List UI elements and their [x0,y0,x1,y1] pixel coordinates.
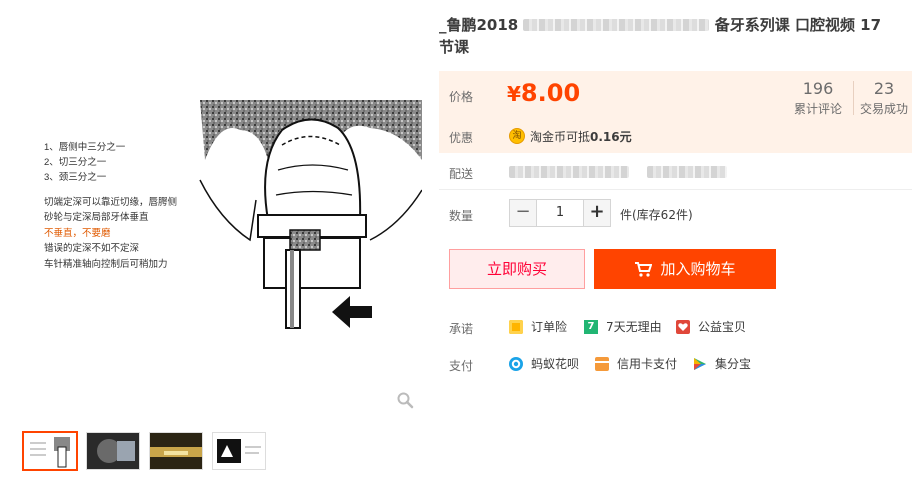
sales-count-label: 交易成功 [859,102,908,116]
diagram-note-1: 切端定深可以靠近切缘，唇腭侧 [44,196,177,208]
payment-credit-card[interactable]: 信用卡支付 [595,355,677,372]
payment-jifenbao[interactable]: 集分宝 [693,355,751,372]
sales-count-stat: 23 交易成功 [856,79,912,117]
credit-card-icon [595,356,609,371]
quantity-label: 数量 [449,209,474,223]
huabei-label: 蚂蚁花呗 [531,357,580,371]
add-to-cart-button[interactable]: 加入购物车 [594,249,776,289]
stat-divider [853,81,854,115]
seven-day-return-icon: 7 [584,319,598,334]
review-count: 196 [802,79,834,98]
quantity-increase-button[interactable]: + [583,199,611,227]
charity-label: 公益宝贝 [698,320,747,334]
delivery-label: 配送 [449,167,474,181]
promo-text-prefix: 淘金币可抵 [530,130,591,144]
quantity-decrease-button[interactable]: − [509,199,537,227]
diagram-note-4: 车针精准轴向控制后可稍加力 [44,258,168,270]
order-insurance-icon [509,319,523,334]
order-insurance-label: 订单险 [531,320,568,334]
promo-amount: 0.16元 [590,130,632,144]
diagram-note-3: 错误的定深不如不定深 [44,242,140,254]
seven-day-return-label: 7天无理由 [606,320,662,334]
stock-text: 件(库存62件) [620,208,693,222]
title-part-1: _鲁鹏2018 [439,16,519,34]
tooth-diagram: 1、唇侧中三分之一 2、切三分之一 3、颈三分之一 切端定深可以靠近切缘，唇腭侧… [44,100,423,329]
delivery-fee-blurred [647,166,727,178]
add-to-cart-label: 加入购物车 [660,260,736,278]
product-info: _鲁鹏2018 备牙系列课 口腔视频 17 节课 价格 ¥8.00 196 累计… [439,0,912,482]
diagram-item-1: 1、唇侧中三分之一 [44,141,126,153]
currency-symbol: ¥ [507,82,521,106]
price-label: 价格 [449,90,474,104]
delivery-origin-blurred [509,166,629,178]
payment-huabei[interactable]: 蚂蚁花呗 [509,355,579,372]
jifenbao-icon [693,357,707,371]
price-amount: 8.00 [520,79,581,107]
title-part-3: 节课 [439,38,470,56]
buy-now-button[interactable]: 立即购买 [449,249,585,289]
price-value: ¥8.00 [507,79,580,107]
promo-text: 淘金币可抵0.16元 [530,128,632,145]
product-title: _鲁鹏2018 备牙系列课 口腔视频 17 节课 [439,14,909,58]
section-divider [439,189,912,190]
thumbnail-2[interactable] [86,432,140,470]
title-part-2: 备牙系列课 口腔视频 17 [714,16,882,34]
zoom-icon[interactable] [396,391,414,409]
title-blurred-region [523,19,710,31]
thumbnail-3[interactable] [149,432,203,470]
cart-icon [635,262,653,277]
diagram-note-2: 砂轮与定深局部牙体垂直 [44,211,149,223]
taobao-coin-icon: 淘 [509,128,525,144]
price-panel: 价格 ¥8.00 196 累计评论 23 交易成功 优惠 淘 淘金币可抵0.16… [439,71,912,153]
quantity-stepper: − 1 + [509,199,611,227]
review-count-stat[interactable]: 196 累计评论 [784,79,852,117]
diagram-item-2: 2、切三分之一 [44,156,107,168]
promise-7day-return[interactable]: 7 7天无理由 [584,318,662,335]
promise-charity-item[interactable]: 公益宝贝 [676,318,746,335]
promise-label: 承诺 [449,322,474,336]
thumbnail-1[interactable] [22,431,78,471]
payment-label: 支付 [449,359,474,373]
product-gallery: 1、唇侧中三分之一 2、切三分之一 3、颈三分之一 切端定深可以靠近切缘，唇腭侧… [0,0,430,482]
diagram-warning: 不垂直，不要磨 [44,227,111,239]
huabei-icon [509,356,523,371]
credit-card-label: 信用卡支付 [617,357,678,371]
sales-count: 23 [873,79,895,98]
promise-order-insurance[interactable]: 订单险 [509,318,567,335]
diagram-item-3: 3、颈三分之一 [44,171,107,183]
promo-label: 优惠 [449,131,474,145]
review-count-label: 累计评论 [793,102,842,116]
jifenbao-label: 集分宝 [715,357,752,371]
quantity-input[interactable]: 1 [537,199,583,227]
thumbnail-4[interactable] [212,432,266,470]
charity-heart-icon [676,319,690,334]
main-product-image[interactable]: 1、唇侧中三分之一 2、切三分之一 3、颈三分之一 切端定深可以靠近切缘，唇腭侧… [20,100,423,330]
